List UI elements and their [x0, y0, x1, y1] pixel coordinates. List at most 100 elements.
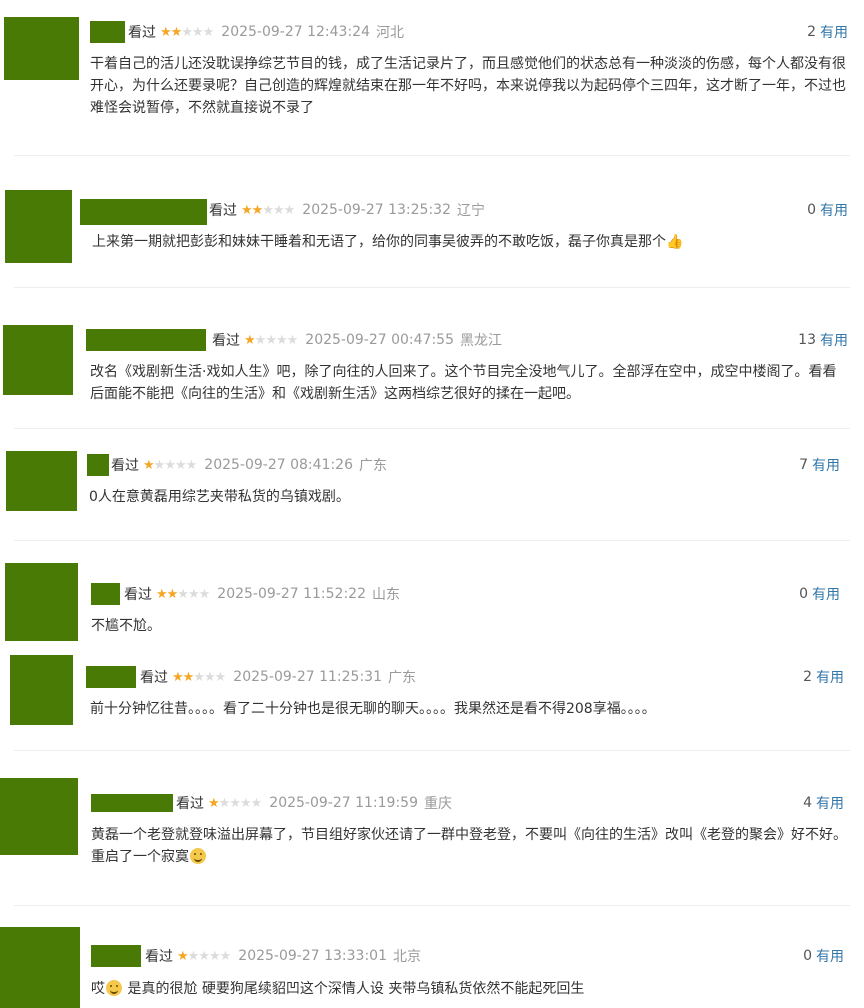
comment-text: 干着自己的活儿还没耽误挣综艺节目的钱，成了生活记录片了，而且感觉他们的状态总有一…	[90, 53, 850, 119]
star-empty-icon: ★	[250, 795, 263, 811]
comment-meta: 看过 ★ ★ ★ ★ ★ 2025-09-27 11:25:31 广东	[140, 666, 416, 688]
useful-link[interactable]: 有用	[820, 200, 848, 220]
watch-status: 看过	[209, 203, 237, 219]
username-redacted[interactable]	[86, 666, 136, 688]
useful-link[interactable]: 有用	[820, 330, 848, 350]
comment-location: 重庆	[423, 796, 452, 812]
useful-link[interactable]: 有用	[816, 793, 844, 813]
divider	[14, 750, 850, 751]
username-redacted[interactable]	[91, 583, 120, 605]
comment-time: 2025-09-27 11:19:59	[269, 795, 418, 811]
avatar[interactable]	[4, 17, 79, 80]
star-empty-icon: ★	[239, 795, 252, 811]
username-redacted[interactable]	[90, 21, 125, 43]
watch-status: 看过	[111, 458, 139, 474]
comment-location: 河北	[375, 25, 404, 41]
comment-text-body: 0人在意黄磊用综艺夹带私货的乌镇戏剧。	[89, 489, 350, 505]
comment-text-body: 上来第一期就把彭彭和妹妹干睡着和无语了，给你的同事吴彼弄的不敢吃饭，磊子你真是那…	[92, 234, 666, 250]
watch-status: 看过	[212, 333, 240, 349]
star-filled-icon: ★	[251, 202, 264, 218]
star-empty-icon: ★	[202, 24, 215, 40]
star-filled-icon: ★	[160, 24, 172, 40]
star-empty-icon: ★	[218, 795, 231, 811]
useful-link[interactable]: 有用	[816, 946, 844, 966]
star-filled-icon: ★	[172, 669, 184, 685]
star-empty-icon: ★	[272, 202, 285, 218]
star-empty-icon: ★	[164, 457, 176, 473]
watch-status: 看过	[176, 796, 204, 812]
star-empty-icon: ★	[193, 669, 205, 685]
comment-meta: 看过 ★ ★ ★ ★ ★ 2025-09-27 12:43:24 河北	[128, 21, 404, 43]
divider	[14, 540, 850, 541]
rating-stars: ★ ★ ★ ★ ★	[208, 795, 263, 811]
username-redacted[interactable]	[87, 454, 109, 476]
vote-count: 13	[798, 332, 816, 348]
vote-useful[interactable]: 2 有用	[803, 666, 844, 688]
comment-time: 2025-09-27 13:25:32	[302, 202, 451, 218]
vote-useful[interactable]: 4 有用	[803, 792, 844, 814]
useful-link[interactable]: 有用	[820, 22, 848, 42]
vote-count: 7	[799, 457, 808, 473]
rating-stars: ★ ★ ★ ★ ★	[244, 332, 298, 348]
comment-text: 改名《戏剧新生活·戏如人生》吧，除了向往的人回来了。这个节目完全没地气儿了。全部…	[90, 361, 850, 405]
comment-meta: 看过 ★ ★ ★ ★ ★ 2025-09-27 11:52:22 山东	[124, 583, 400, 605]
avatar[interactable]	[0, 927, 80, 1008]
avatar[interactable]	[5, 190, 72, 263]
vote-count: 2	[807, 24, 816, 40]
star-empty-icon: ★	[214, 669, 227, 685]
star-empty-icon: ★	[265, 332, 277, 348]
useful-link[interactable]: 有用	[812, 584, 840, 604]
comment-text-body: 改名《戏剧新生活·戏如人生》吧，除了向往的人回来了。这个节目完全没地气儿了。全部…	[90, 364, 837, 402]
divider	[14, 287, 850, 288]
rating-stars: ★ ★ ★ ★ ★	[160, 24, 215, 40]
rating-stars: ★ ★ ★ ★ ★	[177, 948, 231, 964]
useful-link[interactable]: 有用	[812, 455, 840, 475]
star-filled-icon: ★	[244, 332, 256, 348]
comment-text-body: 前十分钟忆往昔。。。。看了二十分钟也是很无聊的聊天。。。。我果然还是看不得208…	[90, 701, 656, 717]
star-empty-icon: ★	[177, 586, 189, 602]
vote-useful[interactable]: 7 有用	[799, 454, 840, 476]
vote-useful[interactable]: 2 有用	[807, 21, 848, 43]
star-filled-icon: ★	[166, 586, 179, 602]
username-redacted[interactable]	[86, 329, 206, 351]
avatar[interactable]	[10, 655, 73, 725]
comment-meta: 看过 ★ ★ ★ ★ ★ 2025-09-27 11:19:59 重庆	[176, 792, 452, 814]
star-filled-icon: ★	[177, 948, 189, 964]
vote-useful[interactable]: 0 有用	[803, 945, 844, 967]
vote-useful[interactable]: 0 有用	[807, 199, 848, 221]
star-empty-icon: ★	[187, 948, 200, 964]
avatar[interactable]	[0, 778, 78, 855]
comment-text-prefix: 哎	[91, 981, 105, 997]
star-empty-icon: ★	[198, 948, 210, 964]
watch-status: 看过	[124, 587, 152, 603]
vote-useful[interactable]: 0 有用	[799, 583, 840, 605]
username-redacted[interactable]	[91, 794, 173, 812]
comment-text: 黄磊一个老登就登味溢出屏幕了，节目组好家伙还请了一群中登老登，不要叫《向往的生活…	[91, 824, 851, 868]
comment-text-body: 不尴不尬。	[91, 618, 161, 634]
star-empty-icon: ★	[198, 586, 211, 602]
vote-useful[interactable]: 13 有用	[798, 329, 848, 351]
star-filled-icon: ★	[170, 24, 183, 40]
comment-text-body: 干着自己的活儿还没耽误挣综艺节目的钱，成了生活记录片了，而且感觉他们的状态总有一…	[90, 56, 846, 116]
useful-link[interactable]: 有用	[816, 667, 844, 687]
rating-stars: ★ ★ ★ ★ ★	[241, 202, 295, 218]
star-filled-icon: ★	[143, 457, 155, 473]
watch-status: 看过	[128, 25, 156, 41]
comment-location: 山东	[371, 587, 400, 603]
divider	[14, 905, 850, 906]
avatar[interactable]	[3, 325, 73, 395]
avatar[interactable]	[5, 563, 78, 641]
star-empty-icon: ★	[262, 202, 274, 218]
vote-count: 4	[803, 795, 812, 811]
username-redacted[interactable]	[80, 199, 207, 225]
username-redacted[interactable]	[91, 945, 141, 967]
comment-time: 2025-09-27 11:52:22	[217, 586, 366, 602]
rofl-face-icon	[190, 848, 206, 864]
divider	[14, 428, 850, 429]
comment-time: 2025-09-27 12:43:24	[221, 24, 370, 40]
star-empty-icon: ★	[229, 795, 241, 811]
star-filled-icon: ★	[241, 202, 253, 218]
comment-time: 2025-09-27 11:25:31	[233, 669, 382, 685]
avatar[interactable]	[6, 451, 77, 511]
comment-text: 0人在意黄磊用综艺夹带私货的乌镇戏剧。	[89, 486, 849, 508]
